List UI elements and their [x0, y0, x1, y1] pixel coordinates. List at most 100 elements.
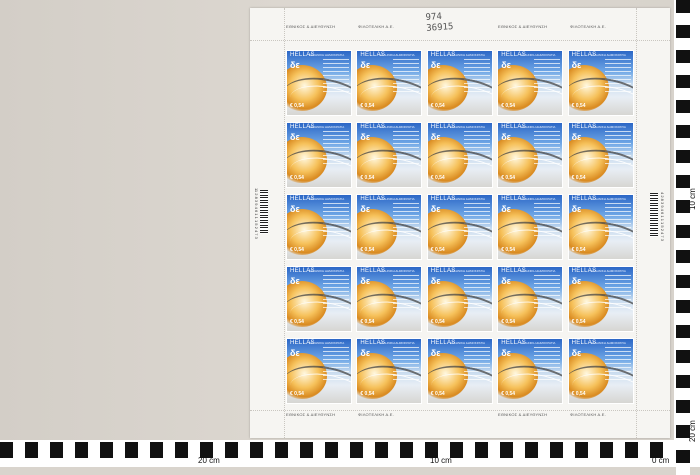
ruler-tick [513, 442, 526, 458]
ruler-tick [588, 442, 601, 458]
stamp-subtitle: ΕΛΛΗΝΙΚΗ ΔΗΜΟΚΡΑΤΙΑ [450, 53, 485, 57]
stamp-value: € 0,54 [290, 175, 304, 181]
ruler-tick [676, 400, 690, 413]
stamp: HELLASΕΛΛΗΝΙΚΗ ΔΗΜΟΚΡΑΤΙΑδε€ 0,54 [497, 338, 563, 404]
stamp-value: € 0,54 [501, 319, 515, 325]
stamp-emblem: δε [572, 276, 582, 286]
stamp-subtitle: ΕΛΛΗΝΙΚΗ ΔΗΜΟΚΡΑΤΙΑ [450, 197, 485, 201]
ruler-label-10cm: 10 cm [430, 456, 452, 465]
stamp: HELLASΕΛΛΗΝΙΚΗ ΔΗΜΟΚΡΑΤΙΑδε€ 0,54 [497, 50, 563, 116]
ruler-tick [388, 442, 401, 458]
stamp-emblem: δε [572, 348, 582, 358]
stamp-value: € 0,54 [501, 247, 515, 253]
stamp-emblem: δε [572, 132, 582, 142]
ruler-tick [676, 163, 690, 176]
bottom-margin-imprint-left-2: ΕΘΝΙΚΟΣ & ΔΙΕΥΘΥΝΣΗ [498, 412, 547, 417]
stamp-emblem: δε [501, 276, 511, 286]
stamp-subtitle: ΕΛΛΗΝΙΚΗ ΔΗΜΟΚΡΑΤΙΑ [309, 53, 344, 57]
stamp-value: € 0,54 [360, 175, 374, 181]
handwritten-line-2: 36915 [426, 22, 454, 35]
perforation-line [250, 410, 670, 411]
ruler-tick [676, 38, 690, 51]
ruler-tick [0, 442, 13, 458]
ruler-tick [150, 442, 163, 458]
stamp-value: € 0,54 [572, 319, 586, 325]
ruler-tick [676, 463, 690, 475]
ruler-tick [375, 442, 388, 458]
bottom-margin-imprint-right: ΦΙΛΟΤΕΛΙΚΗ Α.Ε. [358, 412, 394, 417]
stamp-value: € 0,54 [572, 103, 586, 109]
stamp: HELLASΕΛΛΗΝΙΚΗ ΔΗΜΟΚΡΑΤΙΑδε€ 0,54 [286, 194, 352, 260]
stamp: HELLASΕΛΛΗΝΙΚΗ ΔΗΜΟΚΡΑΤΙΑδε€ 0,54 [568, 122, 634, 188]
stamp-emblem: δε [290, 204, 300, 214]
top-margin-imprint-right: ΦΙΛΟΤΕΛΙΚΗ Α.Ε. [358, 24, 394, 29]
ruler-tick [676, 388, 690, 401]
stamp: HELLASΕΛΛΗΝΙΚΗ ΔΗΜΟΚΡΑΤΙΑδε€ 0,54 [286, 122, 352, 188]
ruler-tick [313, 442, 326, 458]
ruler-tick [100, 442, 113, 458]
stamp: HELLASΕΛΛΗΝΙΚΗ ΔΗΜΟΚΡΑΤΙΑδε€ 0,54 [427, 338, 493, 404]
ruler-ticks [676, 0, 690, 467]
stamp-emblem: δε [572, 60, 582, 70]
ruler-tick [676, 0, 690, 13]
stamp-emblem: δε [290, 132, 300, 142]
stamp-subtitle: ΕΛΛΗΝΙΚΗ ΔΗΜΟΚΡΑΤΙΑ [309, 341, 344, 345]
stamp-subtitle: ΕΛΛΗΝΙΚΗ ΔΗΜΟΚΡΑΤΙΑ [591, 197, 626, 201]
ruler-tick [676, 300, 690, 313]
stamp-value: € 0,54 [431, 391, 445, 397]
ruler-tick [625, 442, 638, 458]
stamp-value: € 0,54 [290, 391, 304, 397]
stamp-subtitle: ΕΛΛΗΝΙΚΗ ΔΗΜΟΚΡΑΤΙΑ [309, 269, 344, 273]
ruler-tick [676, 113, 690, 126]
stamp-subtitle: ΕΛΛΗΝΙΚΗ ΔΗΜΟΚΡΑΤΙΑ [520, 341, 555, 345]
ruler-tick [676, 175, 690, 188]
perforation-line [636, 8, 637, 438]
stamp-emblem: δε [290, 276, 300, 286]
ruler-label-right-10cm: 10 cm [688, 188, 697, 210]
stamp-emblem: δε [360, 60, 370, 70]
barcode-left [260, 190, 268, 234]
ruler-tick [676, 150, 690, 163]
stamp: HELLASΕΛΛΗΝΙΚΗ ΔΗΜΟΚΡΑΤΙΑδε€ 0,54 [286, 266, 352, 332]
ruler-tick [676, 213, 690, 226]
stamp-emblem: δε [360, 204, 370, 214]
stamp: HELLASΕΛΛΗΝΙΚΗ ΔΗΜΟΚΡΑΤΙΑδε€ 0,54 [356, 194, 422, 260]
stamp-value: € 0,54 [572, 391, 586, 397]
ruler-tick [676, 338, 690, 351]
stamp: HELLASΕΛΛΗΝΙΚΗ ΔΗΜΟΚΡΑΤΙΑδε€ 0,54 [356, 338, 422, 404]
stamp-emblem: δε [501, 348, 511, 358]
bottom-margin-imprint-left: ΕΘΝΙΚΟΣ & ΔΙΕΥΘΥΝΣΗ [286, 412, 335, 417]
ruler-tick [563, 442, 576, 458]
stamp: HELLASΕΛΛΗΝΙΚΗ ΔΗΜΟΚΡΑΤΙΑδε€ 0,54 [568, 266, 634, 332]
ruler-tick [676, 375, 690, 388]
ruler-tick [676, 100, 690, 113]
ruler-tick [676, 250, 690, 263]
ruler-tick [676, 138, 690, 151]
stamp-subtitle: ΕΛΛΗΝΙΚΗ ΔΗΜΟΚΡΑΤΙΑ [591, 125, 626, 129]
top-margin-imprint-left-2: ΕΘΝΙΚΟΣ & ΔΙΕΥΘΥΝΣΗ [498, 24, 547, 29]
ruler-tick [676, 325, 690, 338]
ruler-tick [538, 442, 551, 458]
ruler-tick [613, 442, 626, 458]
stamp-value: € 0,54 [501, 391, 515, 397]
stamp-sheet: ΕΘΝΙΚΟΣ & ΔΙΕΥΘΥΝΣΗ ΦΙΛΟΤΕΛΙΚΗ Α.Ε. ΕΘΝΙ… [250, 8, 670, 438]
ruler-tick [363, 442, 376, 458]
ruler-tick [475, 442, 488, 458]
stamp-emblem: δε [431, 204, 441, 214]
ruler-tick [175, 442, 188, 458]
ruler-tick [338, 442, 351, 458]
stamp-value: € 0,54 [360, 319, 374, 325]
ruler-tick [676, 75, 690, 88]
ruler-tick [676, 288, 690, 301]
ruler-tick [676, 238, 690, 251]
stamp-emblem: δε [360, 276, 370, 286]
ruler-tick [500, 442, 513, 458]
ruler-tick [288, 442, 301, 458]
ruler-tick [463, 442, 476, 458]
stamp: HELLASΕΛΛΗΝΙΚΗ ΔΗΜΟΚΡΑΤΙΑδε€ 0,54 [286, 50, 352, 116]
stamp-subtitle: ΕΛΛΗΝΙΚΗ ΔΗΜΟΚΡΑΤΙΑ [520, 53, 555, 57]
stamp: HELLASΕΛΛΗΝΙΚΗ ΔΗΜΟΚΡΑΤΙΑδε€ 0,54 [356, 50, 422, 116]
stamp-value: € 0,54 [360, 103, 374, 109]
ruler-tick [525, 442, 538, 458]
ruler-tick [676, 88, 690, 101]
